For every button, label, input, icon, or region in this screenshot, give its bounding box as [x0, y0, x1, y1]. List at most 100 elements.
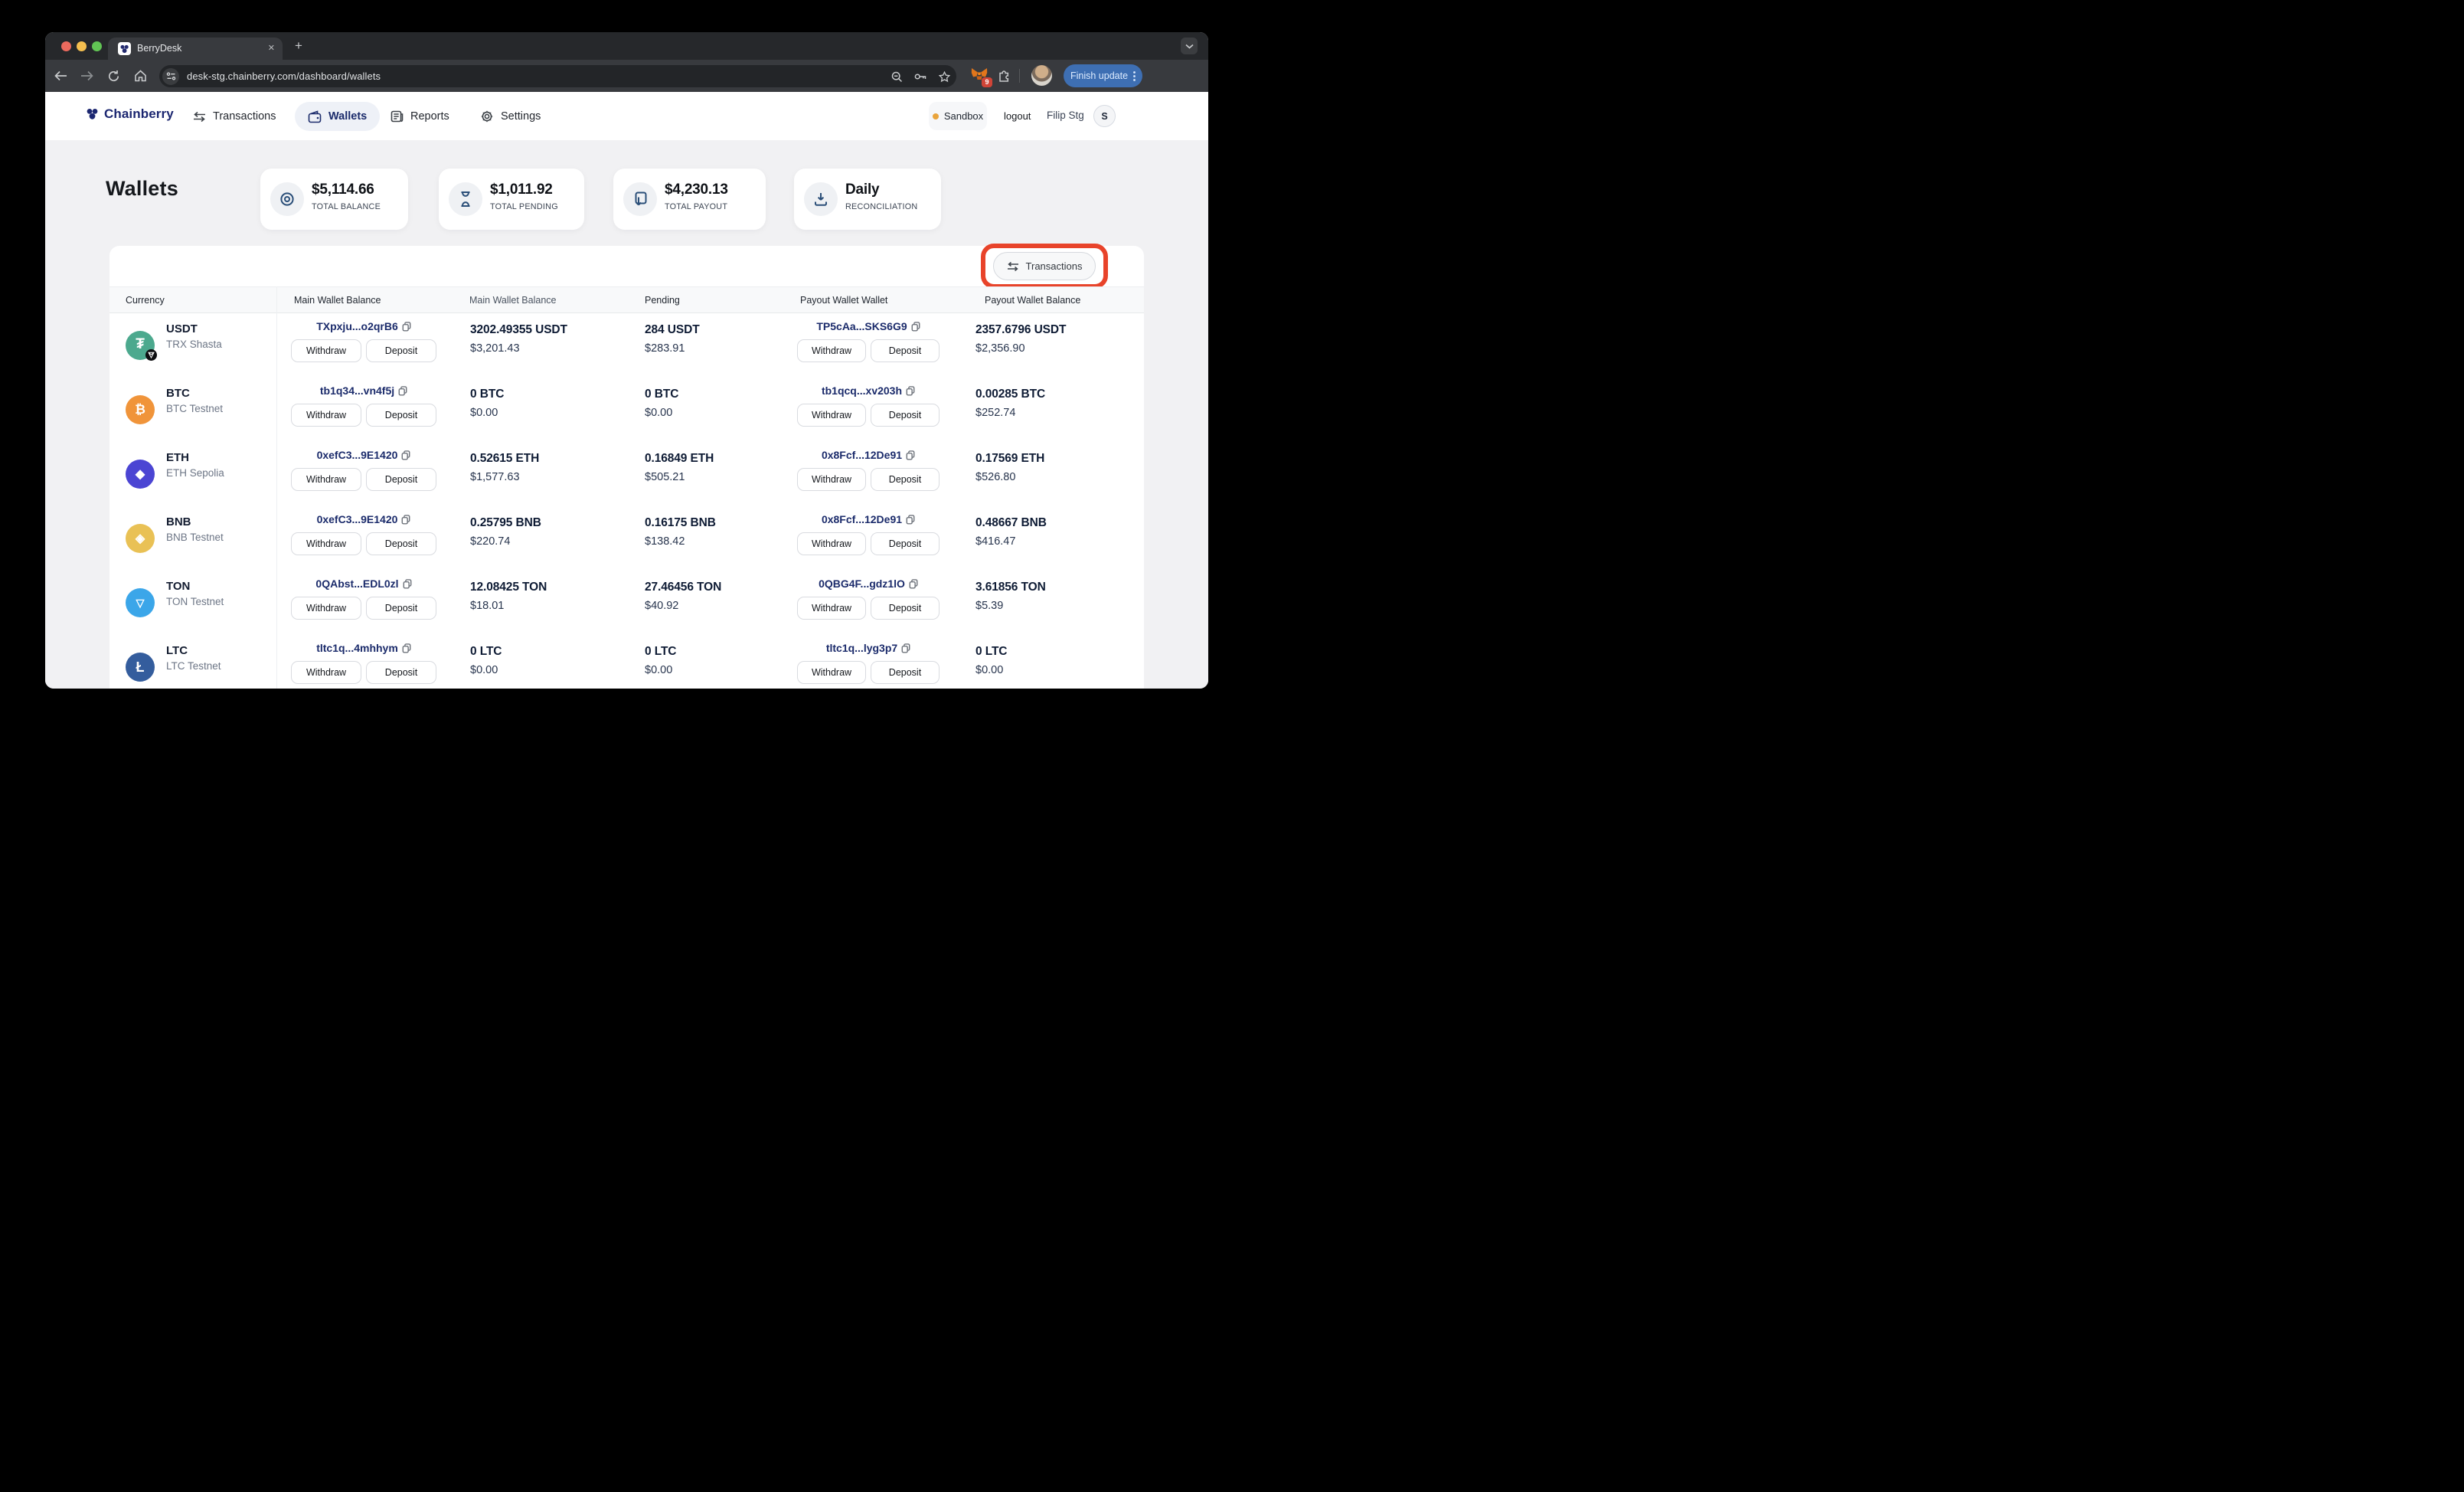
payout-wallet-address[interactable]: 0x8Fcf...12De91 — [822, 449, 915, 461]
currency-network: ETH Sepolia — [166, 467, 224, 479]
main-wallet-address[interactable]: tltc1q...4mhhym — [316, 642, 411, 654]
payout-wallet-address[interactable]: TP5cAa...SKS6G9 — [816, 320, 920, 332]
withdraw-button[interactable]: Withdraw — [291, 339, 361, 362]
payout-wallet-address[interactable]: 0x8Fcf...12De91 — [822, 513, 915, 525]
main-wallet-address[interactable]: TXpxju...o2qrB6 — [316, 320, 411, 332]
home-icon[interactable] — [131, 67, 149, 85]
metamask-extension-icon[interactable]: 9 — [970, 66, 992, 87]
main-wallet-address[interactable]: 0QAbst...EDL0zl — [315, 577, 412, 590]
payout-wallet-address[interactable]: tltc1q...lyg3p7 — [826, 642, 910, 654]
target-icon — [270, 182, 304, 216]
card-value: Daily — [845, 182, 880, 198]
currency-network: LTC Testnet — [166, 660, 221, 672]
tab-search-chevron-icon[interactable] — [1181, 38, 1198, 54]
deposit-button[interactable]: Deposit — [871, 597, 940, 620]
deposit-button[interactable]: Deposit — [871, 339, 940, 362]
copy-icon — [909, 578, 918, 589]
copy-icon — [911, 321, 920, 332]
transactions-button[interactable]: Transactions — [993, 252, 1096, 280]
deposit-button[interactable]: Deposit — [871, 404, 940, 427]
deposit-button[interactable]: Deposit — [366, 339, 436, 362]
currency-network: TRX Shasta — [166, 339, 222, 350]
usdt-icon: ₮ — [126, 331, 157, 361]
withdraw-button[interactable]: Withdraw — [291, 532, 361, 555]
profile-avatar[interactable] — [1031, 65, 1052, 86]
table-row: ◈ BNB BNB Testnet 0xefC3...9E1420 Withdra… — [109, 506, 1144, 571]
address-bar[interactable]: desk-stg.chainberry.com/dashboard/wallet… — [159, 65, 956, 87]
payout-wallet-address[interactable]: 0QBG4F...gdz1lO — [819, 577, 918, 590]
withdraw-button[interactable]: Withdraw — [797, 661, 866, 684]
bookmark-star-icon[interactable] — [936, 68, 953, 85]
deposit-button[interactable]: Deposit — [871, 532, 940, 555]
reload-icon[interactable] — [104, 67, 123, 85]
payout-balance-usd: $416.47 — [975, 535, 1016, 548]
pending-balance: 0.16175 BNB — [645, 516, 716, 529]
card-label: TOTAL PAYOUT — [665, 202, 728, 211]
zoom-icon[interactable] — [888, 68, 905, 85]
main-balance-usd: $3,201.43 — [470, 342, 520, 355]
deposit-button[interactable]: Deposit — [366, 532, 436, 555]
main-balance: 0 LTC — [470, 645, 502, 658]
deposit-button[interactable]: Deposit — [366, 597, 436, 620]
coin-glyph: ₿ — [135, 402, 145, 417]
brand-logo[interactable]: Chainberry — [84, 106, 174, 122]
payout-balance-usd: $252.74 — [975, 407, 1016, 419]
extensions-puzzle-icon[interactable] — [995, 66, 1013, 84]
logout-link[interactable]: logout — [1004, 110, 1031, 122]
nav-item-transactions[interactable]: Transactions — [193, 102, 276, 131]
environment-badge[interactable]: Sandbox — [929, 102, 987, 130]
new-tab-button[interactable]: + — [295, 39, 302, 53]
nav-item-settings[interactable]: Settings — [480, 102, 541, 131]
withdraw-button[interactable]: Withdraw — [291, 404, 361, 427]
forward-icon[interactable] — [77, 67, 96, 85]
withdraw-button[interactable]: Withdraw — [797, 339, 866, 362]
card-value: $4,230.13 — [665, 182, 728, 198]
copy-icon — [906, 385, 915, 396]
nav-label: Reports — [410, 110, 449, 123]
payout-balance: 0.00285 BTC — [975, 388, 1046, 401]
withdraw-button[interactable]: Withdraw — [797, 532, 866, 555]
url-text[interactable]: desk-stg.chainberry.com/dashboard/wallet… — [187, 70, 381, 82]
deposit-button[interactable]: Deposit — [366, 661, 436, 684]
copy-icon — [906, 450, 915, 460]
site-settings-icon[interactable] — [162, 67, 179, 85]
close-window-button[interactable] — [61, 41, 71, 51]
deposit-button[interactable]: Deposit — [871, 468, 940, 491]
deposit-button[interactable]: Deposit — [366, 468, 436, 491]
payout-icon — [623, 182, 657, 216]
nav-item-wallets[interactable]: Wallets — [295, 102, 381, 131]
table-body: ₮ USDT TRX Shasta TXpxju...o2qrB6 Withdra… — [109, 313, 1144, 689]
deposit-button[interactable]: Deposit — [366, 404, 436, 427]
sandbox-dot-icon — [932, 113, 939, 119]
btc-icon: ₿ — [126, 395, 155, 424]
currency-symbol: USDT — [166, 322, 198, 335]
user-name[interactable]: Filip Stg — [1047, 110, 1084, 121]
tab-close-icon[interactable]: ✕ — [268, 43, 275, 53]
minimize-window-button[interactable] — [77, 41, 87, 51]
payout-wallet-address[interactable]: tb1qcq...xv203h — [822, 384, 915, 397]
main-wallet-address[interactable]: 0xefC3...9E1420 — [317, 449, 411, 461]
withdraw-button[interactable]: Withdraw — [291, 661, 361, 684]
header-main-wallet-balance: Main Wallet Balance — [469, 295, 557, 306]
password-key-icon[interactable] — [912, 68, 929, 85]
eth-icon: ◆ — [126, 460, 155, 489]
currency-symbol: TON — [166, 580, 191, 593]
maximize-window-button[interactable] — [92, 41, 102, 51]
copy-icon — [401, 450, 410, 460]
browser-tab[interactable]: BerryDesk ✕ — [108, 38, 283, 60]
deposit-button[interactable]: Deposit — [871, 661, 940, 684]
daily-reconciliation-card[interactable]: Daily RECONCILIATION — [794, 169, 941, 230]
withdraw-button[interactable]: Withdraw — [797, 597, 866, 620]
copy-icon — [398, 385, 407, 396]
user-avatar[interactable]: S — [1093, 105, 1116, 127]
finish-update-button[interactable]: Finish update — [1064, 64, 1142, 87]
main-wallet-address[interactable]: 0xefC3...9E1420 — [317, 513, 411, 525]
withdraw-button[interactable]: Withdraw — [291, 597, 361, 620]
main-wallet-address[interactable]: tb1q34...vn4f5j — [320, 384, 407, 397]
withdraw-button[interactable]: Withdraw — [797, 468, 866, 491]
back-icon[interactable] — [51, 67, 70, 85]
nav-item-reports[interactable]: Reports — [391, 102, 449, 131]
payout-balance: 0.48667 BNB — [975, 516, 1047, 529]
withdraw-button[interactable]: Withdraw — [797, 404, 866, 427]
withdraw-button[interactable]: Withdraw — [291, 468, 361, 491]
